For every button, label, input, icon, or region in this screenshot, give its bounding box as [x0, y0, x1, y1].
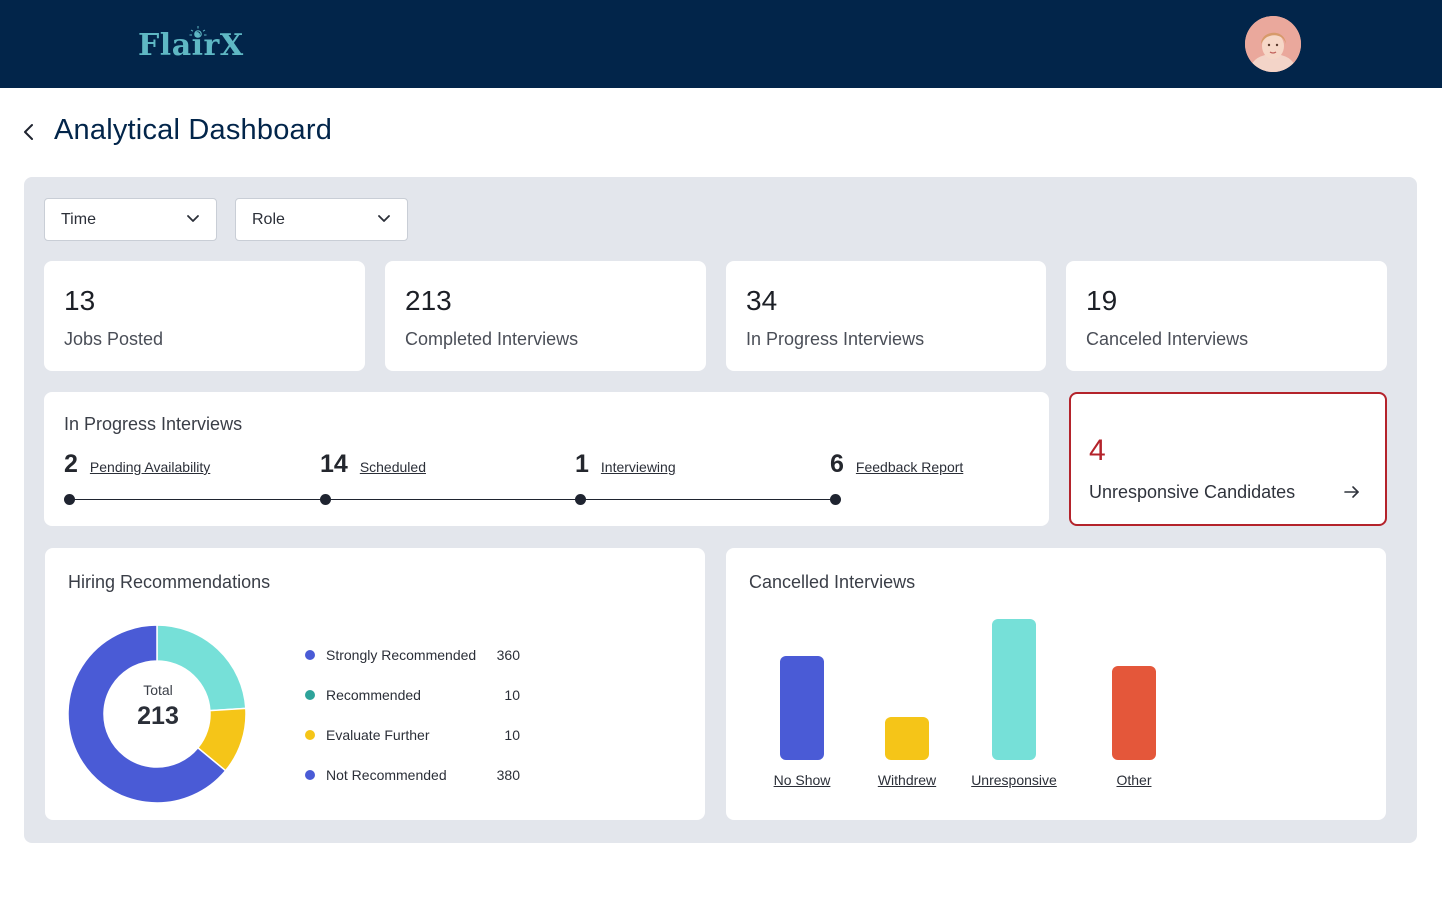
legend-swatch — [305, 770, 315, 780]
legend-label: Not Recommended — [326, 767, 447, 783]
stat-value: 13 — [64, 285, 96, 316]
legend-swatch — [305, 650, 315, 660]
stat-card-completed-interviews[interactable]: 213 Completed Interviews — [385, 261, 706, 371]
cancelled-interviews-card: Cancelled Interviews No Show Withdrew Unre… — [726, 548, 1386, 820]
stat-label: Canceled Interviews — [1086, 329, 1249, 349]
unresponsive-label: Unresponsive Candidates — [1089, 482, 1296, 502]
donut-total-value: 213 — [137, 702, 179, 730]
stat-value: 213 — [405, 285, 452, 316]
stat-card-in-progress-interviews[interactable]: 34 In Progress Interviews — [726, 261, 1046, 371]
legend-swatch — [305, 730, 315, 740]
stat-value: 19 — [1086, 285, 1118, 316]
legend-value: 380 — [496, 767, 520, 783]
step-count: 6 — [830, 450, 844, 478]
pipeline-step-interviewing: 1 Interviewing — [575, 450, 676, 479]
donut-total-label: Total — [143, 682, 173, 698]
chevron-down-icon — [187, 215, 199, 222]
chevron-down-icon — [378, 215, 390, 222]
unresponsive-count: 4 — [1089, 434, 1106, 467]
step-count: 14 — [320, 450, 348, 478]
pipeline-dot — [64, 494, 75, 505]
stat-label: Completed Interviews — [405, 329, 579, 349]
step-link[interactable]: Scheduled — [360, 459, 426, 475]
bar-label-withdrew[interactable]: Withdrew — [847, 772, 967, 788]
legend-label: Recommended — [326, 687, 421, 703]
role-filter-label: Role — [252, 211, 285, 228]
step-link[interactable]: Feedback Report — [856, 459, 963, 475]
step-link[interactable]: Pending Availability — [90, 459, 210, 475]
arrow-right-icon[interactable] — [1343, 484, 1361, 500]
hiring-title: Hiring Recommendations — [68, 572, 271, 592]
bar-label-unresponsive[interactable]: Unresponsive — [954, 772, 1074, 788]
back-arrow-icon[interactable] — [18, 118, 40, 148]
legend-label: Strongly Recommended — [326, 647, 477, 663]
time-filter-label: Time — [61, 211, 96, 228]
pipeline-step-scheduled: 14 Scheduled — [320, 450, 426, 479]
step-count: 2 — [64, 450, 78, 478]
bar-other[interactable] — [1112, 666, 1156, 760]
step-link[interactable]: Interviewing — [601, 459, 676, 475]
hiring-recommendations-card: Hiring Recommendations Total 213 Strongl… — [45, 548, 705, 820]
stat-label: Jobs Posted — [64, 329, 164, 349]
page-title: Analytical Dashboard — [54, 114, 333, 146]
stat-value: 34 — [746, 285, 778, 316]
pipeline-dot — [575, 494, 586, 505]
stat-label: In Progress Interviews — [746, 329, 925, 349]
top-navbar: FlairX — [0, 0, 1442, 88]
unresponsive-candidates-card[interactable]: 4 Unresponsive Candidates — [1069, 392, 1387, 526]
user-avatar[interactable] — [1245, 16, 1301, 72]
avatar-image — [1245, 16, 1301, 72]
pipeline-step-pending-availability: 2 Pending Availability — [64, 450, 210, 479]
pipeline-step-feedback-report: 6 Feedback Report — [830, 450, 963, 479]
bar-unresponsive[interactable] — [992, 619, 1036, 760]
time-filter-dropdown[interactable]: Time — [44, 198, 217, 241]
pipeline-title: In Progress Interviews — [64, 414, 243, 434]
bar-withdrew[interactable] — [885, 717, 929, 760]
legend-value: 360 — [496, 647, 520, 663]
role-filter-dropdown[interactable]: Role — [235, 198, 408, 241]
legend-value: 10 — [504, 687, 520, 703]
chart-title: Cancelled Interviews — [749, 572, 916, 592]
pipeline-dot — [830, 494, 841, 505]
stat-card-canceled-interviews[interactable]: 19 Canceled Interviews — [1066, 261, 1387, 371]
pipeline-track-line — [69, 499, 836, 500]
step-count: 1 — [575, 450, 589, 478]
bar-label-no-show[interactable]: No Show — [742, 772, 862, 788]
stat-card-jobs-posted[interactable]: 13 Jobs Posted — [44, 261, 365, 371]
lightbulb-icon — [189, 26, 207, 38]
legend-label: Evaluate Further — [326, 727, 430, 743]
pipeline-dot — [320, 494, 331, 505]
bar-label-other[interactable]: Other — [1074, 772, 1194, 788]
bar-no-show[interactable] — [780, 656, 824, 760]
in-progress-pipeline-card: In Progress Interviews 2 Pending Availab… — [44, 392, 1049, 526]
legend-value: 10 — [504, 727, 520, 743]
legend-swatch — [305, 690, 315, 700]
